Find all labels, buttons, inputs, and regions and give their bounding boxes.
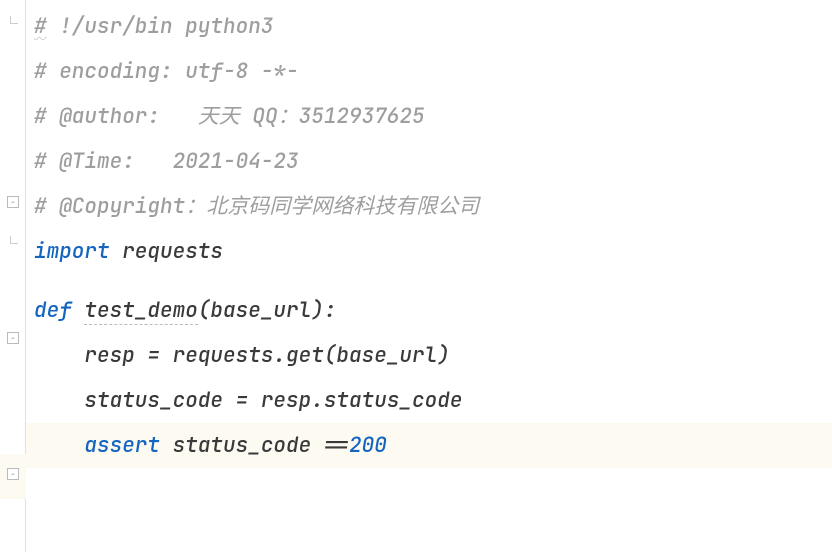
fold-end-marker <box>10 16 18 24</box>
operator-equals: = <box>236 387 249 414</box>
code-line[interactable]: import requests <box>34 229 832 274</box>
code-line[interactable]: status_code = resp.status_code <box>34 378 832 423</box>
comment-text: # <box>34 13 47 40</box>
code-text: status_code <box>34 387 236 414</box>
keyword-assert: assert <box>84 432 160 459</box>
comment-text: !/usr/bin python3 <box>47 13 274 40</box>
code-editor[interactable]: # !/usr/bin python3 # encoding: utf-8 -*… <box>26 0 832 552</box>
code-text: status_code <box>160 432 324 459</box>
code-line[interactable]: resp = requests.get(base_url) <box>34 333 832 378</box>
code-line[interactable]: def test_demo(base_url): <box>34 288 832 333</box>
code-line[interactable]: # encoding: utf-8 -*- <box>34 49 832 94</box>
comment-text: # @Time: 2021-04-23 <box>34 148 299 175</box>
params: (base_url): <box>198 297 337 324</box>
operator-equals: = <box>147 342 160 369</box>
fold-marker-icon[interactable] <box>7 196 19 208</box>
keyword-def: def <box>34 297 72 324</box>
number-literal: 200 <box>349 432 387 459</box>
code-line[interactable]: # !/usr/bin python3 <box>34 4 832 49</box>
comment-text: # encoding: utf-8 -*- <box>34 58 299 85</box>
code-line[interactable]: # @author: 天天 QQ：3512937625 <box>34 94 832 139</box>
code-line-current[interactable]: assert status_code ==200 <box>26 423 832 468</box>
module-name: requests <box>110 238 223 265</box>
keyword-import: import <box>34 238 110 265</box>
fold-end-marker <box>10 236 18 244</box>
code-line[interactable]: # @Copyright：北京码同学网络科技有限公司 <box>34 184 832 229</box>
code-text: resp.status_code <box>248 387 462 414</box>
code-text: resp <box>34 342 147 369</box>
fold-marker-icon[interactable] <box>7 468 19 480</box>
comment-text: # @Copyright：北京码同学网络科技有限公司 <box>34 193 479 220</box>
blank-line <box>34 274 832 288</box>
indent <box>34 432 84 459</box>
editor-gutter <box>0 0 26 552</box>
operator-eq: == <box>324 432 349 459</box>
code-line[interactable]: # @Time: 2021-04-23 <box>34 139 832 184</box>
function-name: test_demo <box>84 297 197 325</box>
fold-marker-icon[interactable] <box>7 332 19 344</box>
code-text: requests.get(base_url) <box>160 342 450 369</box>
comment-text: # @author: 天天 QQ：3512937625 <box>34 103 425 130</box>
space <box>72 297 85 324</box>
